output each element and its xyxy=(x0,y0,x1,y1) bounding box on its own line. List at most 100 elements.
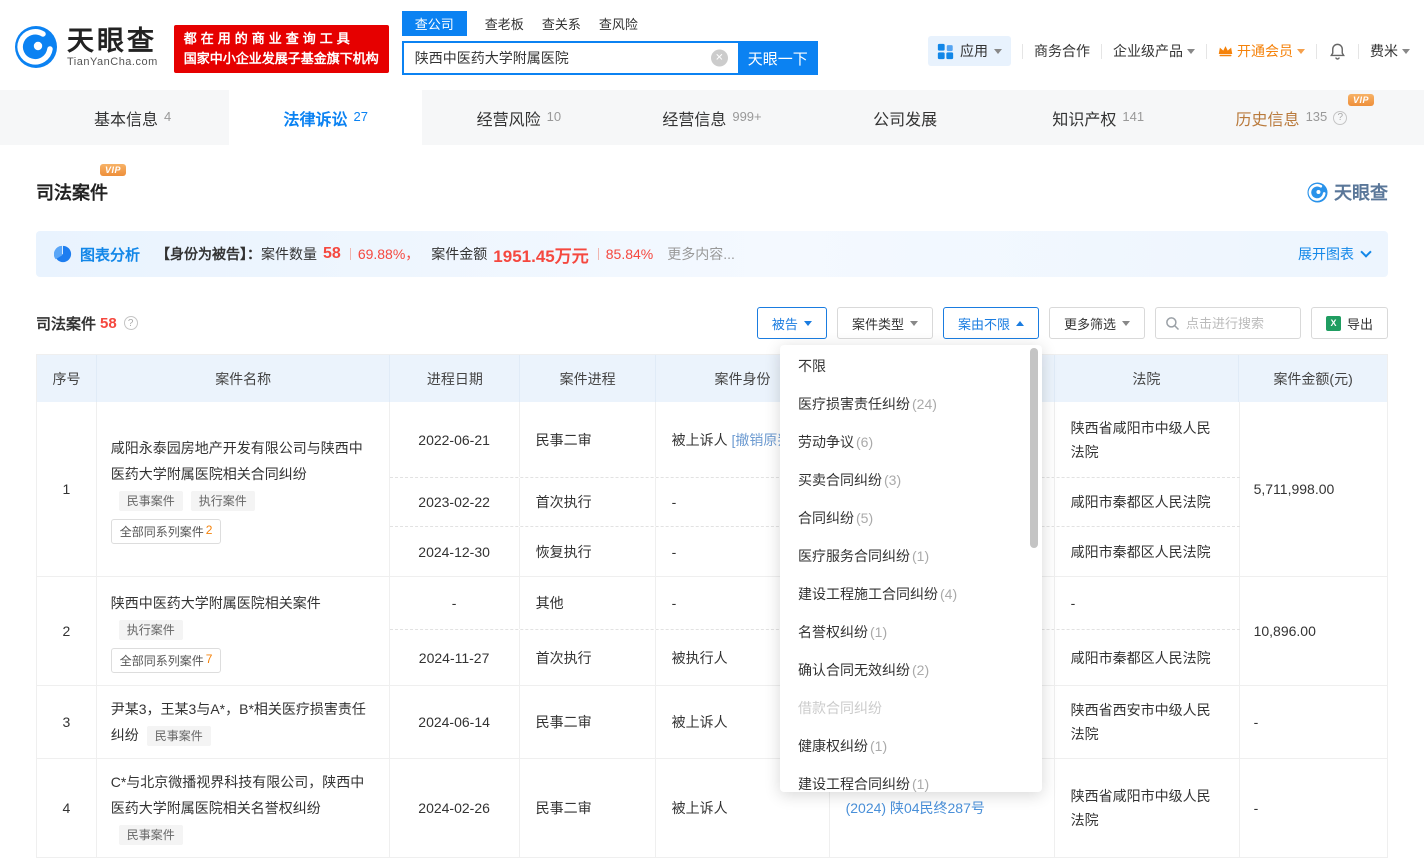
vip-badge: VIP xyxy=(1348,94,1374,106)
tianyancha-logo[interactable]: 天眼查 TianYanCha.com xyxy=(14,22,158,72)
cause-option[interactable]: 医疗服务合同纠纷(1) xyxy=(780,537,1042,575)
court: 咸阳市秦都区人民法院 xyxy=(1055,527,1240,576)
case-count-label: 案件数量 xyxy=(261,244,317,264)
cause-option[interactable]: 买卖合同纠纷(3) xyxy=(780,461,1042,499)
cause-options: 不限医疗损害责任纠纷(24)劳动争议(6)买卖合同纠纷(3)合同纠纷(5)医疗服… xyxy=(780,347,1042,792)
case-title: 陕西中医药大学附属医院相关案件 xyxy=(111,595,321,611)
chevron-down-icon xyxy=(994,49,1002,54)
cases-table: 序号案件名称进程日期案件进程案件身份法院案件金额(元) 1咸阳永泰园房地产开发有… xyxy=(36,354,1388,858)
nav-enterprise-products[interactable]: 企业级产品 xyxy=(1113,41,1195,61)
user-name: 费米 xyxy=(1370,41,1398,61)
tab-label: 法律诉讼 xyxy=(283,106,347,130)
series-cases-badge[interactable]: 全部同系列案件7 xyxy=(111,648,222,673)
chart-analysis-label: 图表分析 xyxy=(80,244,140,265)
identity-text: 被上诉人 [撤销原判] xyxy=(672,429,796,451)
case-progress: 民事二审 xyxy=(520,686,656,758)
tab-经营信息[interactable]: 经营信息999+ xyxy=(615,90,808,145)
court: 陕西省咸阳市中级人民法院 xyxy=(1055,759,1240,857)
search-button[interactable]: 天眼一下 xyxy=(738,41,818,75)
case-progress: 民事二审 xyxy=(520,759,656,857)
search-block: 查公司查老板查关系查风险 ✕ 天眼一下 xyxy=(402,11,818,90)
column-header-name: 案件名称 xyxy=(97,355,391,402)
cause-option[interactable]: 劳动争议(6) xyxy=(780,423,1042,461)
export-button[interactable]: X 导出 xyxy=(1311,307,1388,339)
tab-公司发展[interactable]: 公司发展 xyxy=(809,90,1002,145)
cause-option[interactable]: 建设工程施工合同纠纷(4) xyxy=(780,575,1042,613)
tab-label: 知识产权 xyxy=(1052,106,1116,130)
watermark-text: 天眼查 xyxy=(1334,179,1388,205)
cause-option[interactable]: 合同纠纷(5) xyxy=(780,499,1042,537)
logo-text: 天眼查 xyxy=(67,26,158,56)
nav-vip-upgrade[interactable]: 开通会员 xyxy=(1218,41,1305,61)
filter-case-type[interactable]: 案件类型 xyxy=(837,307,933,339)
cause-option-count: (3) xyxy=(884,472,901,488)
search-tab[interactable]: 查老板 xyxy=(485,11,524,36)
case-name-cell: C*与北京微播视界科技有限公司，陕西中医药大学附属医院相关名誉权纠纷民事案件 xyxy=(97,759,390,857)
filter-bar: 司法案件 58 ? 被告 案件类型 案由不限 更多筛选 xyxy=(36,307,1388,339)
court: 咸阳市秦都区人民法院 xyxy=(1055,630,1240,685)
search-input[interactable] xyxy=(402,41,738,75)
divider xyxy=(1206,44,1207,59)
nav-user[interactable]: 费米 xyxy=(1370,41,1410,61)
process-date: 2024-11-27 xyxy=(390,630,520,685)
cause-option[interactable]: 确认合同无效纠纷(2) xyxy=(780,651,1042,689)
nav-business-label: 商务合作 xyxy=(1034,41,1090,61)
table-search[interactable] xyxy=(1155,307,1301,339)
tab-法律诉讼[interactable]: 法律诉讼27 xyxy=(229,90,422,145)
case-number-link[interactable]: (2024) 陕04民终287号 xyxy=(846,798,985,818)
identity-value: 被上诉人 xyxy=(672,432,728,448)
identity-value: 被上诉人 xyxy=(672,800,728,816)
filter-cause[interactable]: 案由不限 xyxy=(943,307,1039,339)
filter-more[interactable]: 更多筛选 xyxy=(1049,307,1145,339)
series-cases-badge[interactable]: 全部同系列案件2 xyxy=(111,519,222,544)
chart-analysis-bar: 图表分析 【身份为被告】： 案件数量 58 69.88%， 案件金额 1951.… xyxy=(36,231,1388,277)
crown-icon xyxy=(1218,44,1233,58)
promo-line1: 都在用的商业查询工具 xyxy=(184,29,379,49)
cause-option[interactable]: 不限 xyxy=(780,347,1042,385)
identity-value: - xyxy=(672,595,677,611)
list-title: 司法案件 xyxy=(36,313,96,334)
case-progress: 首次执行 xyxy=(520,630,656,685)
cause-option[interactable]: 名誉权纠纷(1) xyxy=(780,613,1042,651)
search-tab[interactable]: 查公司 xyxy=(402,11,467,36)
tab-知识产权[interactable]: 知识产权141 xyxy=(1002,90,1195,145)
cause-option[interactable]: 医疗损害责任纠纷(24) xyxy=(780,385,1042,423)
cause-option-label: 建设工程施工合同纠纷 xyxy=(798,586,938,602)
cause-option-label: 建设工程合同纠纷 xyxy=(798,776,910,792)
case-name: 咸阳永泰园房地产开发有限公司与陕西中医药大学附属医院相关合同纠纷民事案件执行案件 xyxy=(111,435,375,513)
nav-business-cooperation[interactable]: 商务合作 xyxy=(1034,41,1090,61)
help-icon[interactable]: ? xyxy=(124,316,138,330)
tab-label: 经营信息 xyxy=(662,106,726,130)
dropdown-scrollbar-thumb[interactable] xyxy=(1030,348,1038,548)
chevron-up-icon xyxy=(1016,321,1024,326)
clear-icon[interactable]: ✕ xyxy=(711,50,728,67)
filter-defendant[interactable]: 被告 xyxy=(757,307,827,339)
help-icon[interactable]: ? xyxy=(1333,111,1347,125)
column-header-court: 法院 xyxy=(1055,355,1240,402)
identity-value: - xyxy=(672,544,677,560)
cause-option[interactable]: 建设工程合同纠纷(1) xyxy=(780,765,1042,792)
tab-count: 10 xyxy=(547,109,561,124)
tab-基本信息[interactable]: 基本信息4 xyxy=(36,90,229,145)
search-tab[interactable]: 查风险 xyxy=(599,11,638,36)
filter-defendant-label: 被告 xyxy=(772,314,798,333)
expand-chart-button[interactable]: 展开图表 xyxy=(1298,244,1370,264)
apps-label: 应用 xyxy=(960,41,988,61)
expand-chart-label: 展开图表 xyxy=(1298,244,1354,264)
identity-text: 被执行人 xyxy=(672,647,728,669)
process-date: 2023-02-22 xyxy=(390,478,520,526)
tianyancha-logo-icon xyxy=(14,25,58,69)
tab-历史信息[interactable]: VIP历史信息135? xyxy=(1195,90,1388,145)
divider xyxy=(1316,44,1317,59)
notification-bell[interactable] xyxy=(1328,42,1347,61)
apps-menu[interactable]: 应用 xyxy=(928,36,1011,66)
table-row: 1咸阳永泰园房地产开发有限公司与陕西中医药大学附属医院相关合同纠纷民事案件执行案… xyxy=(37,402,1387,577)
case-title: 咸阳永泰园房地产开发有限公司与陕西中医药大学附属医院相关合同纠纷 xyxy=(111,440,363,482)
cause-option-label: 确认合同无效纠纷 xyxy=(798,662,910,678)
cause-option-count: (1) xyxy=(912,548,929,564)
cause-option[interactable]: 健康权纠纷(1) xyxy=(780,727,1042,765)
table-search-input[interactable] xyxy=(1186,316,1286,331)
search-tab[interactable]: 查关系 xyxy=(542,11,581,36)
tab-经营风险[interactable]: 经营风险10 xyxy=(422,90,615,145)
chevron-down-icon xyxy=(1360,246,1371,257)
